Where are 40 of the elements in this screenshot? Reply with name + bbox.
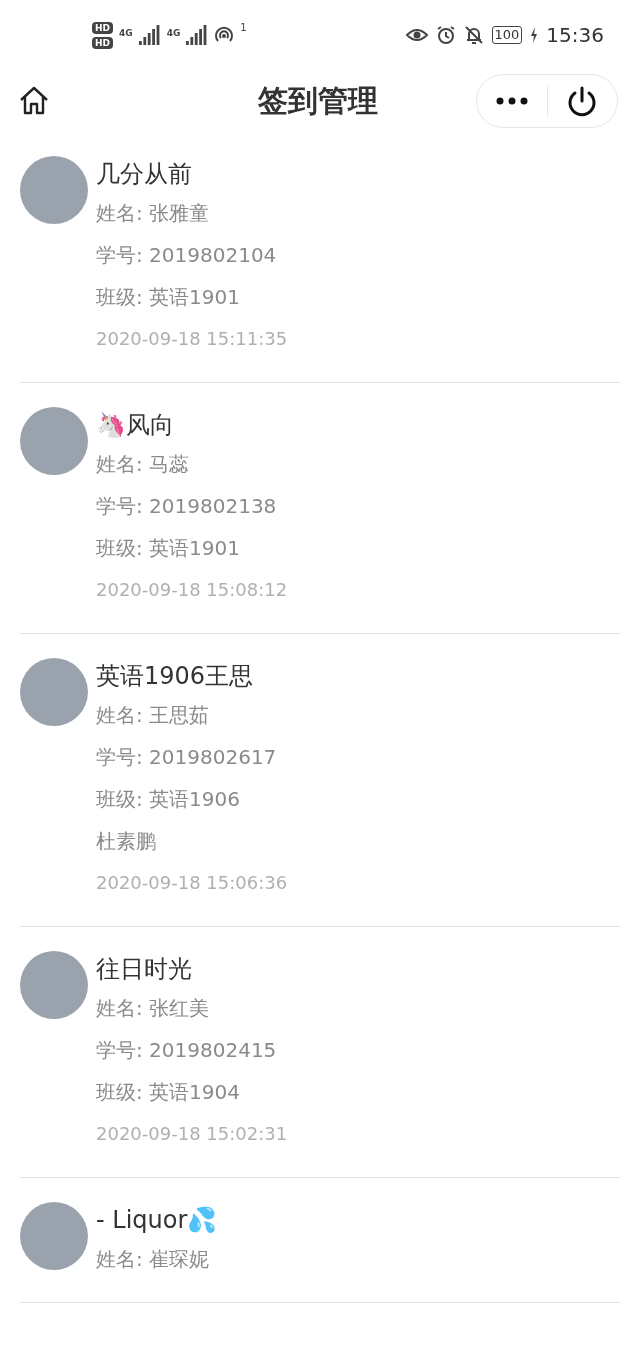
nickname: 往日时光 <box>96 954 193 985</box>
info-text: 学号: 2019802415 <box>96 1037 278 1064</box>
info-text: 杜素鹏 <box>96 828 157 855</box>
nickname: - Liquor💦 <box>96 1205 218 1236</box>
page-title: 签到管理 <box>258 81 378 120</box>
signal-icon <box>186 25 209 45</box>
more-icon <box>495 97 528 105</box>
sign-in-time: 2020-09-18 15:06:36 <box>96 871 288 895</box>
info-text: 姓名: 崔琛妮 <box>96 1246 211 1273</box>
info-text: 学号: 2019802104 <box>96 242 278 269</box>
network-label: 4G <box>166 27 181 38</box>
info-text: 姓名: 王思茹 <box>96 702 211 729</box>
info-text: 姓名: 张雅童 <box>96 200 211 227</box>
sign-in-time: 2020-09-18 15:11:35 <box>96 327 288 351</box>
sign-in-time: 2020-09-18 15:02:31 <box>96 1122 288 1146</box>
sign-in-time: 2020-09-18 15:08:12 <box>96 578 288 602</box>
hotspot-count: 1 <box>240 21 247 33</box>
sim-badge: HD <box>92 36 113 49</box>
home-button[interactable] <box>18 85 50 117</box>
info-text: 学号: 2019802617 <box>96 744 278 771</box>
clock-time: 15:36 <box>546 23 604 47</box>
bell-off-icon <box>463 25 484 45</box>
info-text: 姓名: 张红美 <box>96 995 211 1022</box>
info-text: 班级: 英语1901 <box>96 284 241 311</box>
eye-icon <box>405 27 428 43</box>
nickname: 🦄风向 <box>96 410 175 441</box>
signal-icon <box>138 25 161 45</box>
network-label: 4G <box>119 27 133 38</box>
charging-icon <box>530 27 539 43</box>
battery-level: 100 <box>491 26 523 44</box>
sim-badge: HD <box>92 21 113 34</box>
power-icon <box>567 85 598 117</box>
alarm-icon <box>435 25 456 45</box>
info-text: 班级: 英语1904 <box>96 1079 241 1106</box>
info-text: 班级: 英语1901 <box>96 535 241 562</box>
info-text: 学号: 2019802138 <box>96 493 278 520</box>
nickname: 英语1906王思 <box>96 661 255 692</box>
nickname: 几分从前 <box>96 159 193 190</box>
info-text: 班级: 英语1906 <box>96 786 241 813</box>
info-text: 姓名: 马蕊 <box>96 451 191 478</box>
